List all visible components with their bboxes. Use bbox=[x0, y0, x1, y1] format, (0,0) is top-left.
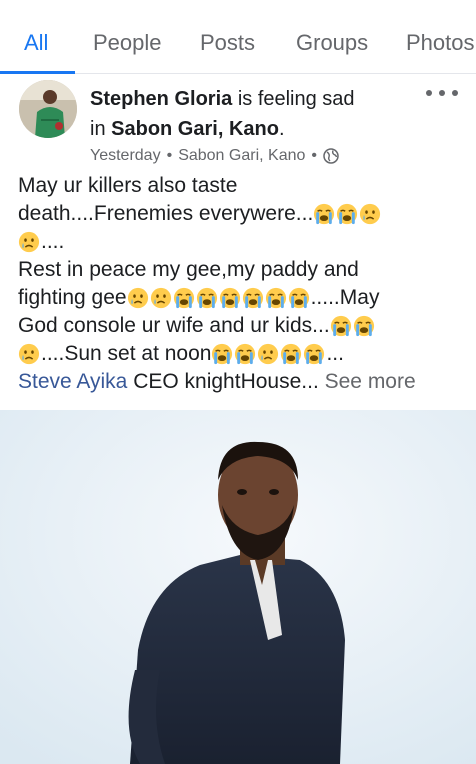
crying-face-icon bbox=[127, 287, 149, 309]
post-header-line-1: Stephen Gloria is feeling sad bbox=[90, 88, 355, 111]
more-options-icon[interactable] bbox=[426, 86, 458, 100]
header-period: . bbox=[278, 118, 285, 140]
globe-icon bbox=[323, 148, 339, 164]
loudly-crying-face-icon bbox=[280, 343, 302, 365]
loudly-crying-face-icon bbox=[288, 287, 310, 309]
crying-face-icon bbox=[359, 203, 381, 225]
text-line: Steve Ayika CEO knightHouse... See more bbox=[18, 368, 470, 396]
tab-people[interactable]: People bbox=[93, 30, 162, 56]
crying-face-icon bbox=[18, 231, 40, 253]
tab-posts[interactable]: Posts bbox=[200, 30, 255, 56]
text-line: .... bbox=[18, 228, 470, 256]
loudly-crying-face-icon bbox=[196, 287, 218, 309]
loudly-crying-face-icon bbox=[330, 315, 352, 337]
loudly-crying-face-icon bbox=[303, 343, 325, 365]
loudly-crying-face-icon bbox=[242, 287, 264, 309]
crying-face-icon bbox=[150, 287, 172, 309]
tab-groups[interactable]: Groups bbox=[296, 30, 368, 56]
loudly-crying-face-icon bbox=[219, 287, 241, 309]
location-link[interactable]: Sabon Gari, Kano bbox=[111, 118, 279, 140]
post-photo[interactable] bbox=[0, 410, 476, 764]
loudly-crying-face-icon bbox=[265, 287, 287, 309]
tab-photos[interactable]: Photos bbox=[406, 30, 475, 56]
avatar[interactable] bbox=[19, 80, 77, 138]
tagged-person-link[interactable]: Steve Ayika bbox=[18, 368, 127, 396]
see-more-link[interactable]: See more bbox=[319, 368, 416, 396]
text-line: fighting gee .....May bbox=[18, 286, 380, 309]
loudly-crying-face-icon bbox=[313, 203, 335, 225]
tab-all[interactable]: All bbox=[24, 30, 48, 56]
text-line: May ur killers also taste bbox=[18, 174, 238, 197]
in-word: in bbox=[90, 118, 106, 140]
feeling-text: is feeling sad bbox=[237, 88, 355, 110]
search-tabs: All People Posts Groups Photos bbox=[0, 0, 476, 74]
text-line: Rest in peace my gee,my paddy and bbox=[18, 258, 359, 281]
text-line: ....Sun set at noon ... bbox=[18, 340, 470, 368]
meta-location[interactable]: Sabon Gari, Kano bbox=[178, 147, 305, 165]
text-line: death....Frenemies everywere... bbox=[18, 200, 470, 228]
loudly-crying-face-icon bbox=[353, 315, 375, 337]
post-header-line-2: in Sabon Gari, Kano. bbox=[90, 118, 285, 141]
author-name[interactable]: Stephen Gloria bbox=[90, 88, 232, 110]
text-line: God console ur wife and ur kids... bbox=[18, 312, 470, 340]
meta-separator: • bbox=[166, 147, 173, 164]
tag-suffix-text: CEO knightHouse... bbox=[127, 370, 319, 393]
loudly-crying-face-icon bbox=[173, 287, 195, 309]
post-text: May ur killers also taste death....Frene… bbox=[18, 172, 470, 396]
meta-separator: • bbox=[311, 147, 317, 164]
crying-face-icon bbox=[257, 343, 279, 365]
post-time[interactable]: Yesterday bbox=[90, 147, 161, 165]
loudly-crying-face-icon bbox=[336, 203, 358, 225]
loudly-crying-face-icon bbox=[211, 343, 233, 365]
post-meta: Yesterday • Sabon Gari, Kano • bbox=[90, 147, 339, 165]
loudly-crying-face-icon bbox=[234, 343, 256, 365]
crying-face-icon bbox=[18, 343, 40, 365]
